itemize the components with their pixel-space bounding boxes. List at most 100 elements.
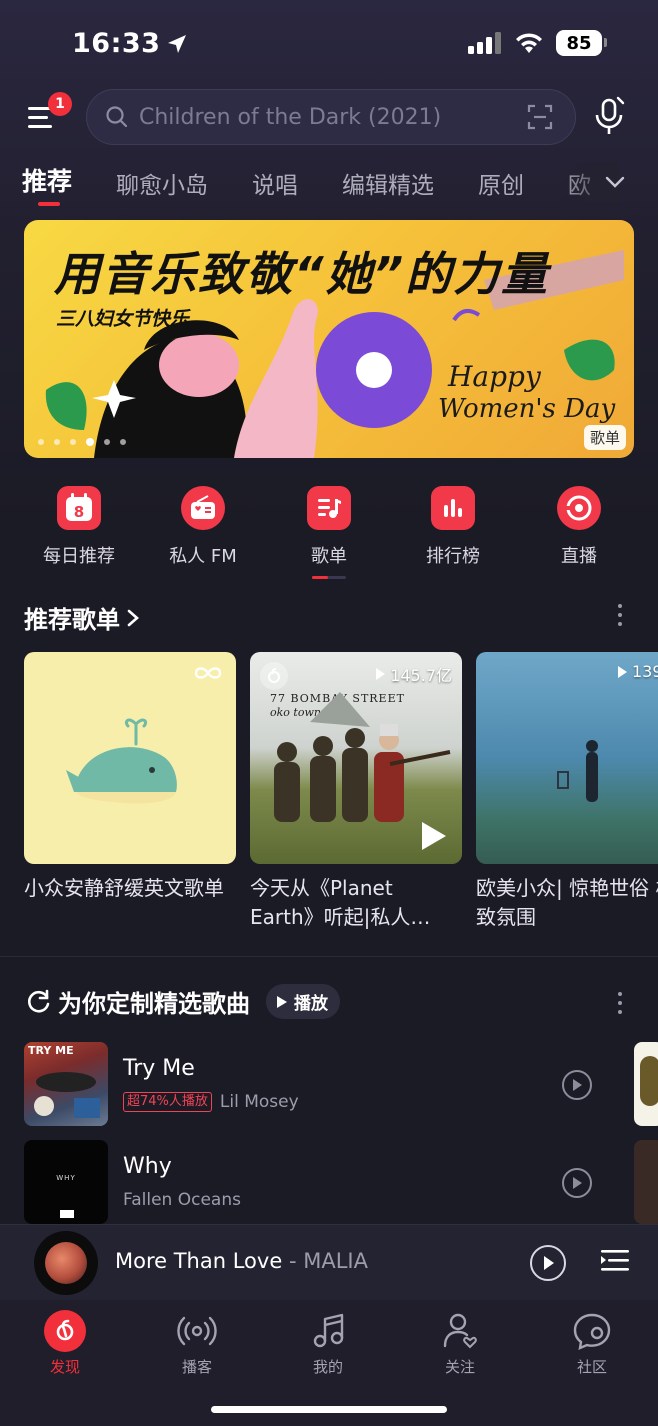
nav-discover[interactable]: 发现 — [25, 1310, 105, 1377]
tab-editor-picks[interactable]: 编辑精选 — [342, 166, 434, 200]
voice-search-button[interactable] — [592, 96, 628, 138]
daily-recommend-label: 每日推荐 — [43, 546, 115, 567]
nav-podcast[interactable]: 播客 — [157, 1310, 237, 1377]
playlists-button[interactable]: 歌单 — [274, 486, 384, 568]
podcast-icon — [177, 1316, 217, 1346]
refresh-icon[interactable] — [26, 989, 52, 1015]
mini-player[interactable]: More Than Love - MALIA — [0, 1224, 658, 1300]
home-indicator[interactable] — [211, 1406, 447, 1413]
quick-actions-scroll-indicator — [312, 576, 346, 579]
daily-recommend-button[interactable]: 8 每日推荐 — [24, 486, 134, 568]
tab-healing-island[interactable]: 聊愈小岛 — [116, 166, 208, 200]
playlist-title: 小众安静舒缓英文歌单 — [24, 876, 224, 900]
play-icon[interactable] — [418, 820, 448, 852]
cover-text: WHY — [56, 1174, 76, 1182]
tab-rap[interactable]: 说唱 — [252, 166, 298, 200]
parental-advisory-icon — [60, 1210, 74, 1218]
playlist-queue-icon[interactable] — [600, 1247, 630, 1275]
tab-original[interactable]: 原创 — [478, 166, 524, 200]
daily-picks-title: 为你定制精选歌曲 — [58, 990, 250, 1018]
search-placeholder: Children of the Dark (2021) — [139, 104, 442, 130]
nav-follow-label: 关注 — [444, 1358, 475, 1376]
popularity-tag: 超74%人播放 — [123, 1092, 212, 1112]
scan-icon[interactable] — [527, 104, 553, 130]
banner-subtitle: 三八妇女节快乐 — [56, 308, 190, 330]
song-play-button[interactable] — [562, 1168, 592, 1198]
song-subtitle: Fallen Oceans — [123, 1190, 241, 1210]
private-fm-button[interactable]: 私人 FM — [148, 486, 258, 568]
calendar-icon: 8 — [57, 486, 101, 530]
play-count: 139 — [616, 662, 658, 681]
status-indicators: 85 — [468, 30, 607, 56]
next-card-peek — [634, 1042, 658, 1126]
chevron-right-icon — [127, 609, 139, 626]
charts-button[interactable]: 排行榜 — [398, 486, 508, 568]
banner-english-line1: Happy — [448, 360, 541, 393]
cellular-signal-icon — [468, 32, 501, 54]
mini-player-play-button[interactable] — [530, 1245, 566, 1281]
promo-banner[interactable]: 用音乐致敬“她”的力量 三八妇女节快乐 Happy Women's Day 歌单 — [24, 220, 634, 458]
banner-dot — [70, 439, 76, 445]
song-title: Why — [123, 1154, 172, 1179]
nav-my-music[interactable]: 我的 — [288, 1310, 368, 1377]
nav-community-label: 社区 — [576, 1358, 607, 1376]
menu-button[interactable]: 1 — [26, 92, 72, 136]
search-input[interactable]: Children of the Dark (2021) — [86, 89, 576, 145]
playlist-card[interactable]: 小众安静舒缓英文歌单 — [24, 652, 236, 932]
playlist-card[interactable]: 77 BOMBAY STREET oko town 145.7亿 今天从《Pla… — [250, 652, 462, 932]
battery-level: 85 — [566, 32, 592, 54]
song-subtitle: 超74%人播放 Lil Mosey — [123, 1092, 299, 1112]
infinity-loop-icon — [194, 667, 222, 679]
community-chat-icon — [573, 1313, 611, 1350]
recommended-more-button[interactable] — [617, 604, 623, 626]
microphone-icon — [595, 96, 625, 134]
play-count-icon — [618, 665, 627, 678]
banner-dot-active — [86, 438, 94, 446]
play-all-button[interactable]: 播放 — [266, 984, 340, 1019]
song-artist: Lil Mosey — [219, 1092, 299, 1112]
nav-discover-label: 发现 — [49, 1358, 80, 1376]
live-button[interactable]: 直播 — [524, 486, 634, 568]
recommended-playlists-header[interactable]: 推荐歌单 — [24, 600, 140, 635]
daily-picks-header: 为你定制精选歌曲 播放 — [26, 984, 340, 1019]
daily-more-button[interactable] — [617, 992, 623, 1014]
live-icon — [557, 486, 601, 530]
nav-follow[interactable]: 关注 — [420, 1310, 500, 1377]
song-title: Try Me — [123, 1056, 195, 1081]
play-icon — [544, 1256, 554, 1270]
nav-community[interactable]: 社区 — [552, 1310, 632, 1377]
playlist-cover: 139 — [476, 652, 658, 864]
music-note-icon — [313, 1313, 344, 1348]
netease-watermark-icon — [260, 662, 288, 690]
play-icon — [573, 1079, 582, 1091]
category-tabs: 推荐 聊愈小岛 说唱 编辑精选 原创 欧 — [0, 162, 658, 212]
banner-title: 用音乐致敬“她”的力量 — [54, 247, 550, 301]
playlist-card[interactable]: 139 欧美小众| 惊艳世俗 极致氛围 — [476, 652, 658, 932]
play-count-icon — [376, 668, 386, 680]
song-row[interactable]: TRY ME Try Me 超74%人播放 Lil Mosey — [24, 1042, 624, 1126]
banner-dot — [54, 439, 60, 445]
tab-active-indicator — [38, 202, 60, 206]
playlists-label: 歌单 — [311, 546, 347, 567]
calendar-day: 8 — [74, 503, 84, 521]
song-row[interactable]: WHY Why Fallen Oceans — [24, 1140, 624, 1224]
status-time: 16:33 — [72, 28, 188, 59]
play-count: 145.7亿 — [374, 662, 452, 686]
banner-dot — [120, 439, 126, 445]
banner-pagination — [38, 438, 126, 446]
chevron-down-icon[interactable] — [604, 174, 626, 190]
banner-dot — [104, 439, 110, 445]
private-fm-label: 私人 FM — [169, 546, 237, 567]
follow-user-icon — [443, 1313, 477, 1349]
tab-recommend[interactable]: 推荐 — [22, 162, 72, 198]
playlist-icon — [307, 486, 351, 530]
menu-badge-count: 1 — [55, 96, 65, 112]
now-playing-info: More Than Love - MALIA — [115, 1249, 368, 1273]
live-label: 直播 — [561, 546, 597, 567]
playlist-cover — [24, 652, 236, 864]
song-play-button[interactable] — [562, 1070, 592, 1100]
now-playing-artist: MALIA — [303, 1249, 368, 1273]
playlist-title: 今天从《Planet Earth》听起|私人… — [250, 876, 431, 929]
more-dot — [618, 1010, 622, 1014]
more-dot — [618, 604, 622, 608]
